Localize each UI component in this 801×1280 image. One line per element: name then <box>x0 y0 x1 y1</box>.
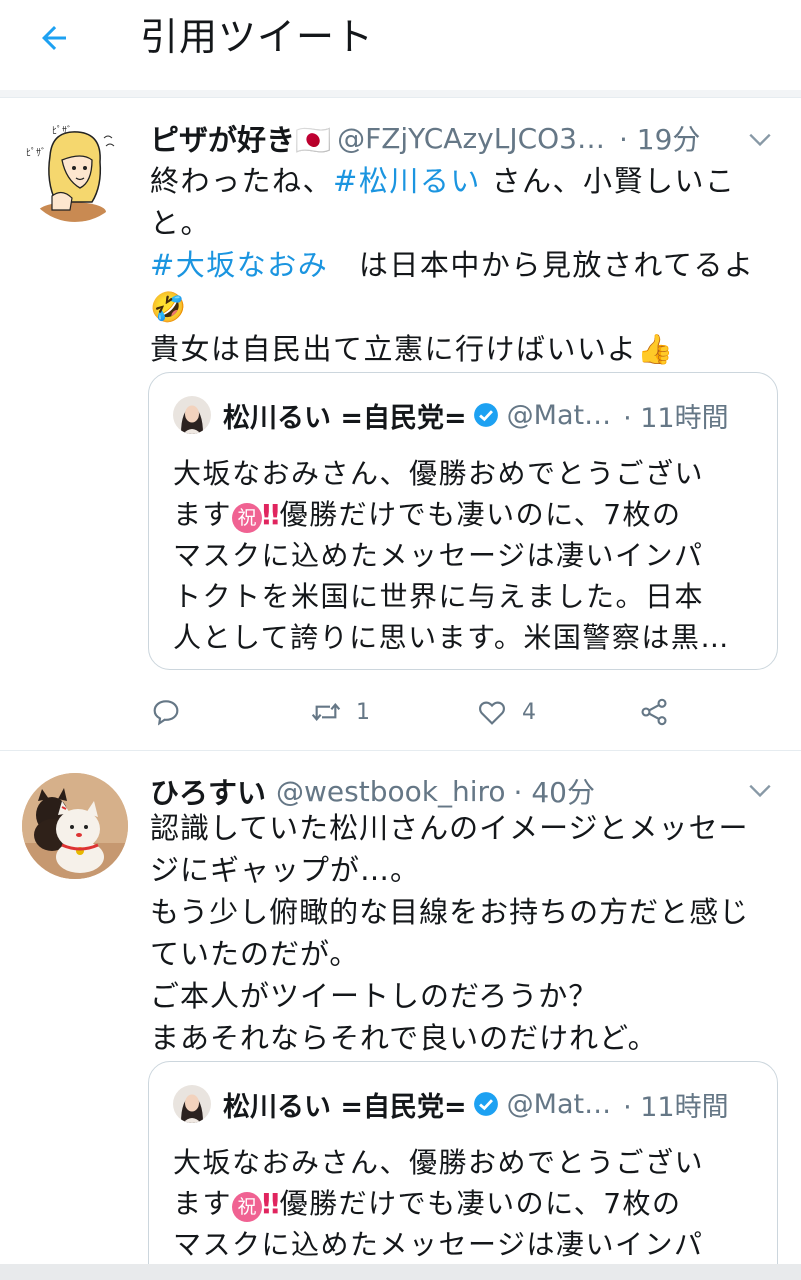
quoted-tweet-header: 松川るい =自民党= @Mat… · 11時間 <box>173 395 729 435</box>
arrow-left-icon <box>42 26 66 50</box>
system-nav-bar <box>0 1264 801 1280</box>
quoted-tweet-text: 大坂なおみさん、優勝おめでとうござい ます祝 ‼ 優勝だけでも凄いのに、7枚の マス… <box>173 453 763 658</box>
quoted-line: ます祝 ‼ 優勝だけでも凄いのに、7枚の <box>173 498 682 533</box>
share-button[interactable] <box>638 692 670 732</box>
tweet-actions: 1 4 <box>150 692 710 732</box>
quoted-line: 大坂なおみさん、優勝おめでとうござい <box>173 457 705 490</box>
quoted-line: マスクに込めたメッセージは凄いインパ <box>173 1228 704 1261</box>
avatar[interactable] <box>22 773 128 879</box>
quoted-line: 人として誇りに思います。米国警察は黒… <box>173 621 730 654</box>
tweet-text: 認識していた松川さんのイメージとメッセー ジにギャップが…。 もう少し俯瞰的な目… <box>150 807 780 1059</box>
tweet-item[interactable]: ひろすい @westbook_hiro · 40分 認識していた松川さんのイメー… <box>0 751 801 1280</box>
tweet-line: 🤣 <box>150 290 188 324</box>
tweet-item[interactable]: ﾋﾟｻﾞ ﾋﾟｻﾞ ピザが好き🇯🇵 @FZjYCAzyLJCO3… · 19分 … <box>0 98 801 748</box>
tweet-line: ジにギャップが…。 <box>150 853 421 887</box>
verified-badge-icon <box>473 403 498 427</box>
heart-icon <box>479 701 505 725</box>
like-count: 4 <box>522 699 536 725</box>
share-icon <box>641 698 667 726</box>
retweet-button[interactable]: 1 <box>310 692 370 732</box>
back-button[interactable] <box>32 16 76 60</box>
tweet-line: 貴女は自民出て立憲に行けばいいよ👍 <box>150 332 676 366</box>
page-title: 引用ツイート <box>140 15 375 59</box>
verified-badge-icon <box>473 1092 498 1116</box>
retweet-icon <box>311 703 341 721</box>
tweet-line: ていたのだが。 <box>150 937 360 971</box>
header-divider <box>0 90 801 98</box>
svg-text:ﾋﾟｻﾞ: ﾋﾟｻﾞ <box>52 125 72 137</box>
like-button[interactable]: 4 <box>476 692 536 732</box>
quoted-display-name: 松川るい =自民党= <box>223 1091 467 1123</box>
quoted-timestamp: · 11時間 <box>623 402 729 434</box>
tweet-header: ピザが好き🇯🇵 @FZjYCAzyLJCO3… · 19分 <box>150 116 700 160</box>
quoted-line: 大坂なおみさん、優勝おめでとうござい <box>173 1146 705 1179</box>
hashtag-link[interactable]: #松川るい <box>333 164 481 198</box>
tweet-text: 終わったね、#松川るい さん、小賢しいこ と。 #大坂なおみ は日本中から見放さ… <box>150 160 780 370</box>
avatar[interactable]: ﾋﾟｻﾞ ﾋﾟｻﾞ <box>22 116 128 222</box>
tweet-line: 終わったね、#松川るい さん、小賢しいこ <box>150 164 736 198</box>
tweet-line: ご本人がツイートしのだろうか？ <box>150 979 599 1013</box>
tweet-line: 認識していた松川さんのイメージとメッセー <box>150 811 749 845</box>
double-exclamation-icon: ‼ <box>262 1187 279 1220</box>
reply-button[interactable] <box>150 692 196 732</box>
hashtag-link[interactable]: #大坂なおみ <box>150 248 328 282</box>
tweet-line: #大坂なおみ は日本中から見放されてるよ <box>150 248 755 282</box>
quoted-tweet-text: 大坂なおみさん、優勝おめでとうござい ます祝 ‼ 優勝だけでも凄いのに、7枚の マス… <box>173 1142 763 1265</box>
quoted-handle: @Mat… <box>506 1088 612 1120</box>
retweet-count: 1 <box>356 699 370 725</box>
iwai-emoji-icon: 祝 <box>232 1192 263 1222</box>
display-name[interactable]: ピザが好き🇯🇵 <box>150 117 331 159</box>
iwai-emoji-icon: 祝 <box>232 503 263 533</box>
quoted-timestamp: · 11時間 <box>623 1091 729 1123</box>
user-handle[interactable]: @FZjYCAzyLJCO3… <box>337 122 605 155</box>
top-app-bar: 引用ツイート <box>0 0 801 90</box>
timestamp[interactable]: · 19分 <box>619 118 700 158</box>
tweet-line: と。 <box>150 206 212 240</box>
reply-icon <box>153 700 179 726</box>
chevron-down-icon[interactable] <box>747 777 773 803</box>
tweet-line: まあそれならそれで良いのだけれど。 <box>150 1021 658 1055</box>
quoted-line: トクトを米国に世界に与えました。日本 <box>173 580 705 613</box>
avatar <box>173 1085 211 1123</box>
quoted-tweet[interactable]: 松川るい =自民党= @Mat… · 11時間 大坂なおみさん、優勝おめでとうご… <box>148 1061 778 1280</box>
quoted-tweet[interactable]: 松川るい =自民党= @Mat… · 11時間 大坂なおみさん、優勝おめでとうご… <box>148 372 778 670</box>
timestamp[interactable]: · 40分 <box>514 771 595 811</box>
chevron-down-icon[interactable] <box>747 126 773 152</box>
quoted-line: ます祝 ‼ 優勝だけでも凄いのに、7枚の <box>173 1187 682 1222</box>
quoted-display-name: 松川るい =自民党= <box>223 402 467 434</box>
tweet-line: もう少し俯瞰的な目線をお持ちの方だと感じ <box>150 895 750 929</box>
display-name[interactable]: ひろすい <box>150 770 266 812</box>
quoted-handle: @Mat… <box>506 399 612 431</box>
double-exclamation-icon: ‼ <box>262 498 279 531</box>
user-handle[interactable]: @westbook_hiro <box>276 775 506 808</box>
quoted-line: マスクに込めたメッセージは凄いインパ <box>173 539 704 572</box>
quoted-tweet-header: 松川るい =自民党= @Mat… · 11時間 <box>173 1084 729 1124</box>
svg-text:ﾋﾟｻﾞ: ﾋﾟｻﾞ <box>26 147 46 159</box>
avatar <box>173 396 211 434</box>
